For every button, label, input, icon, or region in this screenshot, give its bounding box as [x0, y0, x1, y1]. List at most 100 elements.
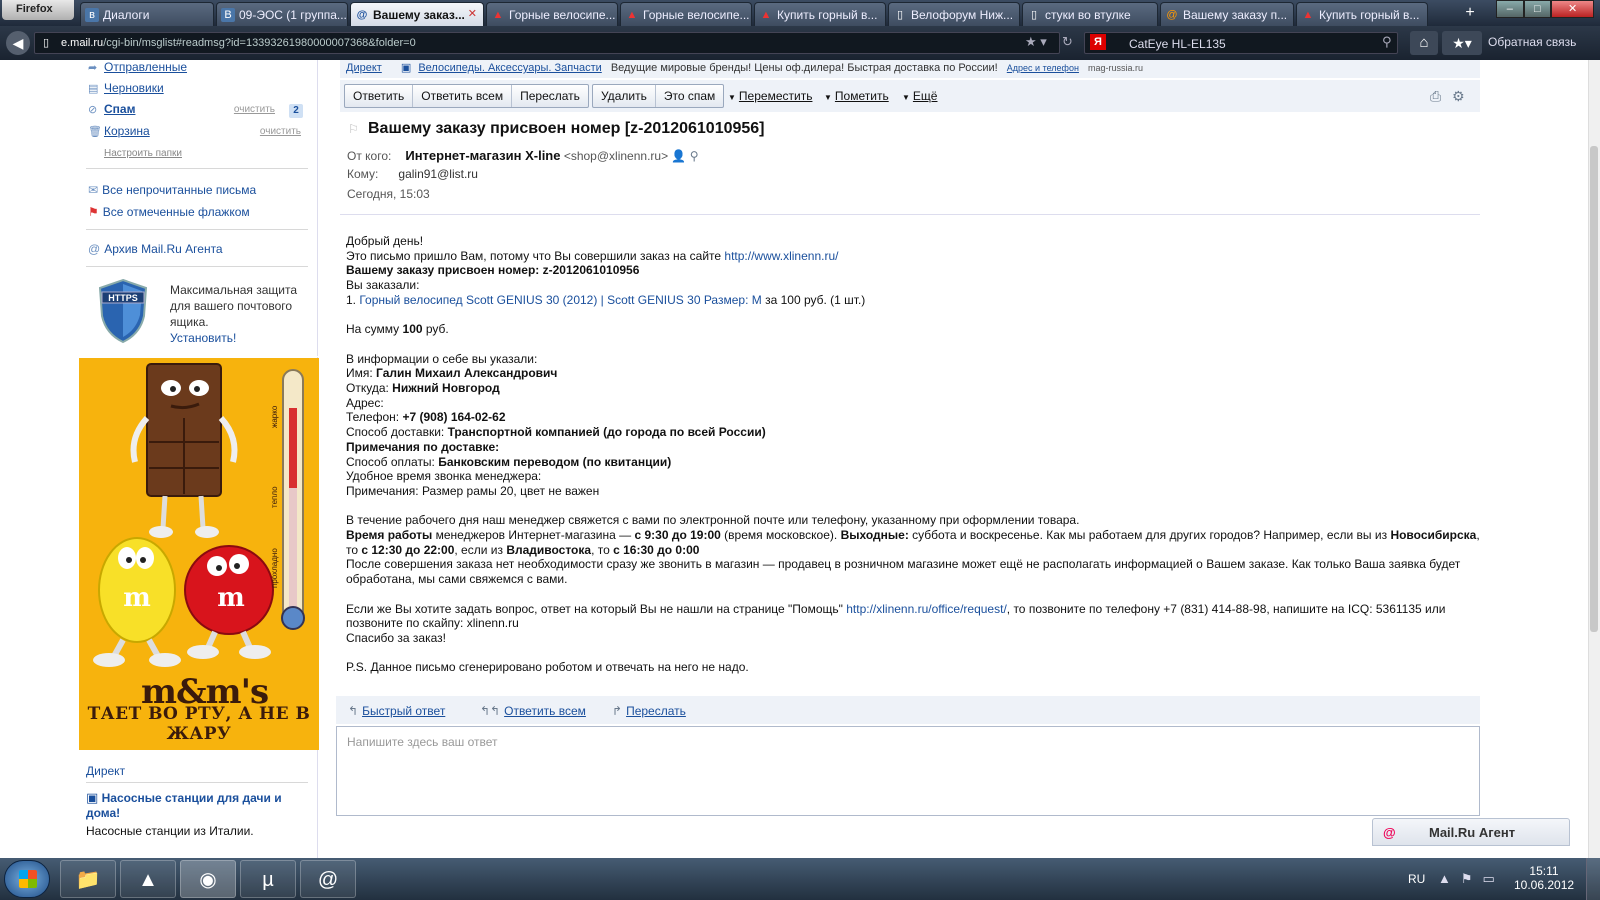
- firefox-icon[interactable]: ◉: [180, 860, 236, 898]
- utorrent-icon[interactable]: µ: [240, 860, 296, 898]
- direct-link[interactable]: Директ: [86, 764, 125, 778]
- at-icon: @: [88, 242, 101, 256]
- browser-tab-bar: Firefox в Диалоги В 09-ЭОС (1 группа... @ В…: [0, 0, 1600, 26]
- ad-contacts-link[interactable]: Адрес и телефон: [1007, 63, 1079, 73]
- ad-pumps-title[interactable]: ▣ Насосные станции для дачи и дома!: [86, 790, 286, 820]
- svg-text:m: m: [217, 583, 245, 613]
- aimp-icon[interactable]: ▲: [120, 860, 176, 898]
- direct-link[interactable]: Директ: [346, 62, 382, 74]
- search-icon[interactable]: ⚲: [1382, 34, 1392, 50]
- reply-all-button[interactable]: Ответить всем: [413, 85, 513, 107]
- reload-icon[interactable]: ↻: [1062, 34, 1073, 50]
- mms-slogan: ТАЕТ ВО РТУ, А НЕ В ЖАРУ: [87, 704, 311, 744]
- unread-link[interactable]: ✉ Все непрочитанные письма: [88, 183, 256, 197]
- install-https-link[interactable]: Установить!: [170, 331, 236, 345]
- mailru-agent-button[interactable]: @ Mail.Ru Агент: [1372, 818, 1570, 846]
- spam-button[interactable]: Это спам: [656, 85, 723, 107]
- clean-trash-link[interactable]: очистить: [260, 126, 301, 137]
- tab-mail-order[interactable]: @ Вашему заказу п...: [1160, 2, 1294, 26]
- ad-title-link[interactable]: Велосипеды. Аксессуары. Запчасти: [418, 62, 601, 74]
- scrollbar-thumb[interactable]: [1590, 146, 1598, 632]
- close-window-icon[interactable]: ✕: [1551, 0, 1595, 18]
- minimize-icon[interactable]: –: [1496, 0, 1524, 18]
- recipient: galin91@list.ru: [398, 167, 478, 181]
- flag-icon[interactable]: ⚐: [348, 122, 359, 136]
- close-tab-icon[interactable]: ✕: [468, 7, 477, 20]
- print-icon[interactable]: ⎙: [1430, 88, 1441, 105]
- maximize-icon[interactable]: □: [1523, 0, 1552, 18]
- tab-bikes-1[interactable]: ▲ Горные велосипе...: [486, 2, 618, 26]
- tab-bikes-2[interactable]: ▲ Горные велосипе...: [620, 2, 752, 26]
- new-tab-button[interactable]: +: [1460, 4, 1480, 24]
- tab-veloforum[interactable]: ▯ Велофорум Ниж...: [888, 2, 1020, 26]
- request-link[interactable]: http://xlinenn.ru/office/request/: [846, 602, 1007, 616]
- home-icon[interactable]: ⌂: [1410, 31, 1438, 55]
- page-icon: ▯: [896, 9, 904, 21]
- delete-button[interactable]: Удалить: [593, 85, 656, 107]
- shop-icon: ▲: [626, 9, 638, 21]
- tab-active-mail[interactable]: @ Вашему заказ... ✕: [350, 2, 484, 26]
- settings-icon[interactable]: ⚙: [1452, 88, 1465, 105]
- more-dropdown[interactable]: ▼ Ещё: [902, 89, 937, 103]
- search-input[interactable]: CatEye HL-EL135: [1084, 32, 1398, 54]
- add-contact-icon[interactable]: 👤: [671, 149, 686, 163]
- folder-spam[interactable]: ⊘ Спам: [88, 102, 312, 116]
- tab-dialogs[interactable]: в Диалоги: [80, 2, 214, 26]
- bookmark-star-icon[interactable]: ★ ▾: [1025, 34, 1047, 50]
- language-indicator[interactable]: RU: [1408, 872, 1425, 886]
- configure-folders-link[interactable]: Настроить папки: [104, 148, 182, 159]
- show-desktop-button[interactable]: [1586, 858, 1600, 900]
- ps-text: P.S. Данное письмо сгенерировано роботом…: [346, 660, 749, 675]
- firefox-menu-button[interactable]: Firefox: [2, 0, 74, 20]
- mark-dropdown[interactable]: ▼ Пометить: [824, 89, 889, 103]
- flagged-link[interactable]: ⚑ Все отмеченные флажком: [88, 205, 250, 219]
- back-arrow-icon[interactable]: ◀: [6, 31, 30, 55]
- thermo-label-cool: прохладно: [270, 548, 279, 588]
- item-link[interactable]: Горный велосипед Scott GENIUS 30 (2012) …: [359, 293, 761, 307]
- start-button[interactable]: [4, 860, 50, 898]
- forward-link[interactable]: ↱ Переслать: [612, 704, 686, 718]
- feedback-button[interactable]: Обратная связь: [1488, 35, 1576, 49]
- shop-link[interactable]: http://www.xlinenn.ru/: [724, 249, 838, 263]
- agent-archive-link[interactable]: @ Архив Mail.Ru Агента: [88, 242, 223, 256]
- envelope-icon: ✉: [88, 183, 99, 197]
- spam-count-badge: 2: [289, 104, 303, 118]
- url-bar[interactable]: ▯ e.mail.ru/cgi-bin/msglist#readmsg?id=13…: [34, 32, 1060, 54]
- mailru-agent-icon[interactable]: @: [300, 860, 356, 898]
- sent-icon: ➦: [88, 62, 98, 74]
- working-hours: Время работы менеджеров Интернет-магазин…: [346, 528, 1480, 557]
- mms-advertisement[interactable]: m m жарко тепло прохладно m&m's ТАЕТ ВО …: [79, 358, 319, 750]
- folder-drafts[interactable]: ▤ Черновики: [88, 81, 164, 95]
- tab-hub-knock[interactable]: ▯ стуки во втулке: [1022, 2, 1158, 26]
- yandex-icon[interactable]: Я: [1090, 34, 1106, 50]
- move-dropdown[interactable]: ▼ Переместить: [728, 89, 812, 103]
- forward-arrow-icon: ↱: [612, 704, 623, 718]
- tab-buy-bike-2[interactable]: ▲ Купить горный в...: [1296, 2, 1428, 26]
- browser-nav-bar: ◀ ▯ e.mail.ru/cgi-bin/msglist#readmsg?id=…: [0, 26, 1600, 60]
- clock[interactable]: 15:11 10.06.2012: [1514, 864, 1574, 892]
- delivery-notes: Примечания по доставке:: [346, 439, 500, 454]
- quick-reply-link[interactable]: ↰ Быстрый ответ: [348, 704, 445, 718]
- chevron-down-icon: ▼: [824, 93, 832, 102]
- manager-text: В течение рабочего дня наш менеджер свяж…: [346, 513, 1080, 528]
- reply-textarea[interactable]: Напишите здесь ваш ответ: [336, 726, 1480, 816]
- explorer-icon[interactable]: 📁: [60, 860, 116, 898]
- bike-shop-icon: ▣: [400, 62, 412, 74]
- clean-spam-link[interactable]: очистить: [234, 104, 275, 115]
- folder-sent[interactable]: ➦ Отправленные: [88, 60, 187, 74]
- reply-all-link[interactable]: ↰↰ Ответить всем: [480, 704, 586, 718]
- bookmarks-icon[interactable]: ★▾: [1442, 31, 1482, 55]
- customer-address: Адрес:: [346, 395, 384, 410]
- tab-eos-group[interactable]: В 09-ЭОС (1 группа...: [216, 2, 348, 26]
- sender-name[interactable]: Интернет-магазин X-line: [405, 148, 560, 163]
- folder-trash[interactable]: 🗑 Корзина: [88, 124, 150, 138]
- tab-buy-bike-1[interactable]: ▲ Купить горный в...: [754, 2, 886, 26]
- top-ad-strip: Директ ▣ Велосипеды. Аксессуары. Запчаст…: [340, 60, 1480, 78]
- ad-site[interactable]: mag-russia.ru: [1088, 63, 1143, 73]
- tray-icons[interactable]: ▲⚑▭: [1438, 871, 1505, 887]
- vk-icon: В: [221, 8, 235, 22]
- forward-button[interactable]: Переслать: [512, 85, 588, 107]
- delete-button-group: Удалить Это спам: [592, 84, 725, 108]
- search-icon[interactable]: ⚲: [690, 149, 699, 163]
- reply-button[interactable]: Ответить: [345, 85, 414, 107]
